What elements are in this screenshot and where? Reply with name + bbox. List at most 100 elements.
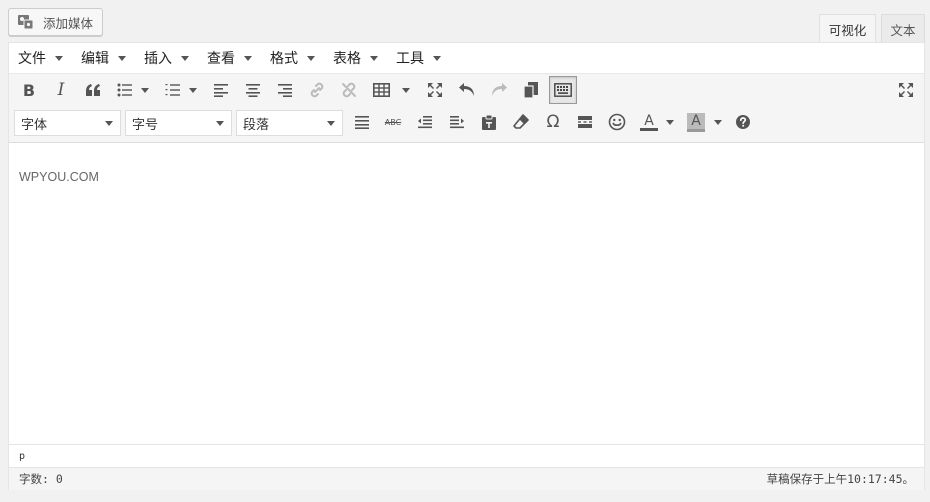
chevron-down-icon (55, 55, 63, 61)
unlink-icon (342, 82, 356, 98)
clipboard-icon (482, 114, 496, 130)
align-left-button[interactable] (207, 76, 235, 104)
chevron-down-icon (307, 55, 315, 61)
smiley-icon (608, 113, 626, 131)
undo-icon (459, 83, 474, 96)
numbered-list-dropdown[interactable] (187, 76, 199, 104)
undo-button[interactable] (453, 76, 481, 104)
outdent-icon (418, 116, 432, 129)
redo-button[interactable] (485, 76, 513, 104)
quote-icon (86, 84, 100, 96)
chevron-down-icon (244, 55, 252, 61)
outdent-button[interactable] (411, 108, 439, 136)
menu-edit[interactable]: 编辑 (74, 46, 133, 70)
copy-button[interactable] (517, 76, 545, 104)
editor-content[interactable]: WPYOU.COM (9, 144, 924, 444)
editor: 文件 编辑 插入 查看 格式 表格 工具 B I 字体 字号 段落 ABC Ω … (8, 42, 925, 490)
menu-format-label: 格式 (270, 51, 298, 67)
indent-button[interactable] (443, 108, 471, 136)
indent-icon (450, 116, 464, 129)
background-color-dropdown[interactable] (712, 108, 724, 136)
help-button[interactable] (729, 108, 757, 136)
eraser-icon (513, 114, 529, 129)
align-right-button[interactable] (271, 76, 299, 104)
format-select[interactable]: 段落 (236, 110, 343, 136)
menu-view[interactable]: 查看 (200, 46, 259, 70)
expand-icon (899, 83, 913, 97)
paste-as-text-button[interactable] (475, 108, 503, 136)
toolbar-row-2: 字体 字号 段落 ABC Ω A A (9, 108, 924, 140)
chevron-down-icon (118, 55, 126, 61)
toolbar-toggle-button[interactable] (549, 76, 577, 104)
tab-text[interactable]: 文本 (881, 14, 925, 43)
font-size-select[interactable]: 字号 (125, 110, 232, 136)
menu-file[interactable]: 文件 (11, 46, 70, 70)
chevron-down-icon (105, 121, 113, 126)
clear-formatting-button[interactable] (507, 108, 535, 136)
emoticons-button[interactable] (603, 108, 631, 136)
align-left-icon (214, 84, 228, 97)
text-color-icon: A (640, 114, 658, 131)
keyboard-icon (554, 83, 572, 97)
menu-view-label: 查看 (207, 51, 235, 67)
align-center-button[interactable] (239, 76, 267, 104)
menu-insert-label: 插入 (144, 51, 172, 67)
copy-icon (523, 82, 538, 99)
text-color-dropdown[interactable] (664, 108, 676, 136)
toolbar-row-1: B I (9, 76, 924, 108)
menu-format[interactable]: 格式 (263, 46, 322, 70)
chevron-down-icon (216, 121, 224, 126)
bullet-list-dropdown[interactable] (139, 76, 151, 104)
element-path: p (9, 444, 924, 467)
strikethrough-icon: ABC (384, 117, 402, 127)
italic-icon: I (57, 80, 65, 100)
distraction-free-button[interactable] (892, 76, 920, 104)
unlink-button[interactable] (335, 76, 363, 104)
special-character-button[interactable]: Ω (539, 108, 567, 136)
draft-saved-status: 草稿保存于上午10:17:45。 (766, 472, 914, 486)
add-media-label: 添加媒体 (43, 15, 94, 31)
text-color-button[interactable]: A (636, 108, 662, 136)
bold-button[interactable]: B (15, 76, 43, 104)
insert-link-button[interactable] (303, 76, 331, 104)
table-dropdown[interactable] (400, 76, 412, 104)
menu-tools-label: 工具 (396, 51, 424, 67)
menu-table-label: 表格 (333, 51, 361, 67)
path-element[interactable]: p (19, 451, 25, 462)
font-size-value: 字号 (132, 117, 159, 133)
background-color-button[interactable]: A (683, 108, 709, 136)
toolbar: B I 字体 字号 段落 ABC Ω A A (9, 74, 924, 143)
justify-button[interactable] (348, 108, 376, 136)
align-right-icon (278, 84, 292, 97)
content-paragraph[interactable]: WPYOU.COM (19, 170, 914, 184)
italic-button[interactable]: I (47, 76, 75, 104)
table-button[interactable] (367, 76, 395, 104)
menu-tools[interactable]: 工具 (389, 46, 448, 70)
chevron-down-icon (370, 55, 378, 61)
add-media-button[interactable]: 添加媒体 (8, 8, 103, 36)
table-icon (372, 83, 390, 97)
word-count: 字数: 0 (19, 472, 63, 486)
numbered-list-button[interactable] (159, 76, 187, 104)
font-family-select[interactable]: 字体 (14, 110, 121, 136)
tab-visual[interactable]: 可视化 (819, 14, 876, 43)
chevron-down-icon (433, 55, 441, 61)
help-icon (736, 115, 750, 129)
font-family-value: 字体 (21, 117, 48, 133)
omega-icon: Ω (546, 112, 560, 132)
link-icon (310, 82, 324, 98)
background-color-icon: A (687, 112, 705, 132)
menubar: 文件 编辑 插入 查看 格式 表格 工具 (9, 43, 924, 74)
read-more-button[interactable] (571, 108, 599, 136)
redo-icon (492, 83, 507, 96)
fullscreen-icon (428, 83, 442, 97)
strikethrough-button[interactable]: ABC (379, 108, 407, 136)
fullscreen-button[interactable] (421, 76, 449, 104)
menu-edit-label: 编辑 (81, 51, 109, 67)
bullet-list-icon (117, 83, 132, 97)
bullet-list-button[interactable] (111, 76, 139, 104)
menu-insert[interactable]: 插入 (137, 46, 196, 70)
blockquote-button[interactable] (79, 76, 107, 104)
format-value: 段落 (243, 117, 270, 133)
menu-table[interactable]: 表格 (326, 46, 385, 70)
